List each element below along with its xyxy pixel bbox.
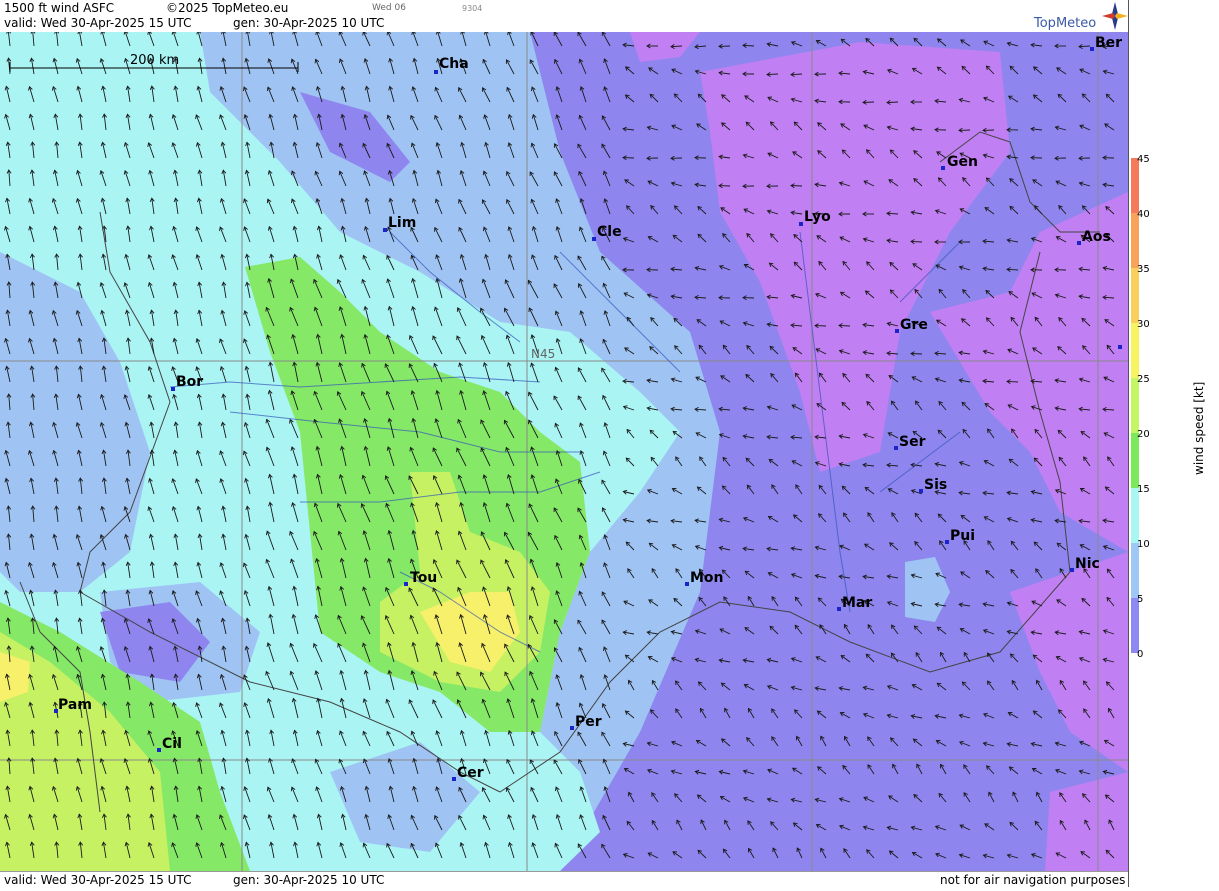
city-serres[interactable]: Ser [894, 434, 926, 450]
city-clermont[interactable]: Cle [592, 224, 622, 241]
legend-title: wind speed [kt] [1192, 382, 1206, 475]
legend-swatch [1131, 268, 1139, 323]
city-grenoble[interactable]: Gre [895, 317, 928, 333]
svg-text:Mon: Mon [690, 570, 724, 586]
scale-label: 200 km [130, 53, 179, 68]
legend-tick-label: 30 [1137, 319, 1150, 330]
latitude-label: N45 [531, 347, 555, 361]
city-puimoisson[interactable]: Pui [945, 528, 975, 544]
compass-star-icon [1102, 2, 1128, 30]
legend-tick-label: 35 [1137, 264, 1150, 275]
city-lyon[interactable]: Lyo [799, 209, 831, 226]
city-nice[interactable]: Nic [1070, 556, 1100, 572]
legend-tick-label: 5 [1137, 594, 1143, 605]
legend-tick-label: 20 [1137, 429, 1150, 440]
svg-text:Cle: Cle [597, 224, 622, 240]
footer-valid: valid: Wed 30-Apr-2025 15 UTC [4, 873, 191, 887]
wind-arrow [1007, 381, 1018, 382]
header-bar: 1500 ft wind ASFC ©2025 TopMeteo.eu Wed … [0, 0, 1128, 32]
svg-text:Nic: Nic [1075, 556, 1100, 572]
svg-text:Aos: Aos [1082, 229, 1111, 245]
svg-text:Tou: Tou [410, 570, 437, 586]
wind-arrow [911, 354, 922, 355]
wind-speed-legend: 45 40 35 30 25 20 15 10 5 0 wind speed [kt] [1129, 0, 1219, 887]
brand-text: TopMeteo [1034, 16, 1096, 31]
legend-tick-label: 0 [1137, 649, 1143, 660]
legend-tick-label: 45 [1137, 154, 1150, 165]
legend-swatch [1131, 598, 1139, 653]
svg-text:Cha: Cha [439, 56, 469, 72]
svg-text:Lim: Lim [388, 215, 416, 231]
svg-text:Ser: Ser [899, 434, 926, 450]
legend-swatch [1131, 378, 1139, 433]
footer-gen: gen: 30-Apr-2025 10 UTC [233, 873, 384, 887]
legend-tick-label: 15 [1137, 484, 1150, 495]
footer-bar: valid: Wed 30-Apr-2025 15 UTC gen: 30-Ap… [0, 871, 1128, 888]
svg-text:Pui: Pui [950, 528, 975, 544]
gen-label: gen: 30-Apr-2025 10 UTC [233, 16, 384, 30]
city-limoges[interactable]: Lim [383, 215, 416, 232]
city-chateauroux[interactable]: Cha [434, 56, 469, 74]
city-pamplona[interactable]: Pam [54, 697, 92, 713]
legend-panel: 45 40 35 30 25 20 15 10 5 0 wind speed [kt] [1128, 0, 1219, 887]
city-cerdanya[interactable]: Cer [452, 765, 484, 781]
legend-swatch [1131, 158, 1139, 213]
wind-arrow [887, 102, 898, 103]
city-montpellier[interactable]: Mon [685, 570, 724, 586]
copyright-label: ©2025 TopMeteo.eu [166, 1, 288, 15]
svg-text:Lyo: Lyo [804, 209, 831, 225]
svg-text:Ber: Ber [1095, 35, 1122, 51]
city-marker-edge [1118, 345, 1122, 349]
topmeteo-logo[interactable]: TopMeteo [1034, 0, 1128, 32]
city-sisteron[interactable]: Sis [919, 477, 947, 493]
svg-text:Sis: Sis [924, 477, 947, 493]
legend-color-bar [1131, 158, 1139, 653]
footer-disclaimer: not for air navigation purposes [940, 873, 1125, 887]
city-marseille[interactable]: Mar [837, 595, 872, 611]
wind-arrow [863, 102, 874, 103]
legend-swatch [1131, 213, 1139, 268]
wind-map[interactable]: 200 km N45 Cha Ber Gen Lim Cle Lyo Aos G… [0, 32, 1128, 871]
valid-label: valid: Wed 30-Apr-2025 15 UTC [4, 16, 191, 30]
svg-text:Pam: Pam [58, 697, 92, 713]
legend-swatch [1131, 543, 1139, 598]
city-geneva[interactable]: Gen [941, 154, 978, 170]
svg-text:Per: Per [575, 714, 602, 730]
product-label: 1500 ft wind ASFC [4, 1, 114, 15]
code-label: 9304 [462, 4, 482, 13]
svg-text:Mar: Mar [842, 595, 872, 611]
city-bern[interactable]: Ber [1090, 35, 1122, 51]
city-perpignan[interactable]: Per [570, 714, 602, 730]
legend-tick-label: 40 [1137, 209, 1150, 220]
svg-text:Gre: Gre [900, 317, 928, 333]
legend-tick-label: 25 [1137, 374, 1150, 385]
svg-text:Gen: Gen [947, 154, 978, 170]
city-aosta[interactable]: Aos [1077, 229, 1111, 245]
day-label: Wed 06 [372, 3, 406, 13]
legend-swatch [1131, 488, 1139, 543]
wind-arrow [791, 186, 802, 187]
legend-swatch [1131, 323, 1139, 378]
svg-text:Cer: Cer [457, 765, 484, 781]
wind-arrow [839, 325, 850, 326]
city-bordeaux[interactable]: Bor [171, 374, 203, 391]
legend-tick-label: 10 [1137, 539, 1150, 550]
svg-text:Bor: Bor [176, 374, 203, 390]
legend-swatch [1131, 433, 1139, 488]
wind-arrow [767, 74, 778, 75]
wind-arrow [911, 241, 922, 242]
svg-text:Cil: Cil [162, 736, 182, 752]
